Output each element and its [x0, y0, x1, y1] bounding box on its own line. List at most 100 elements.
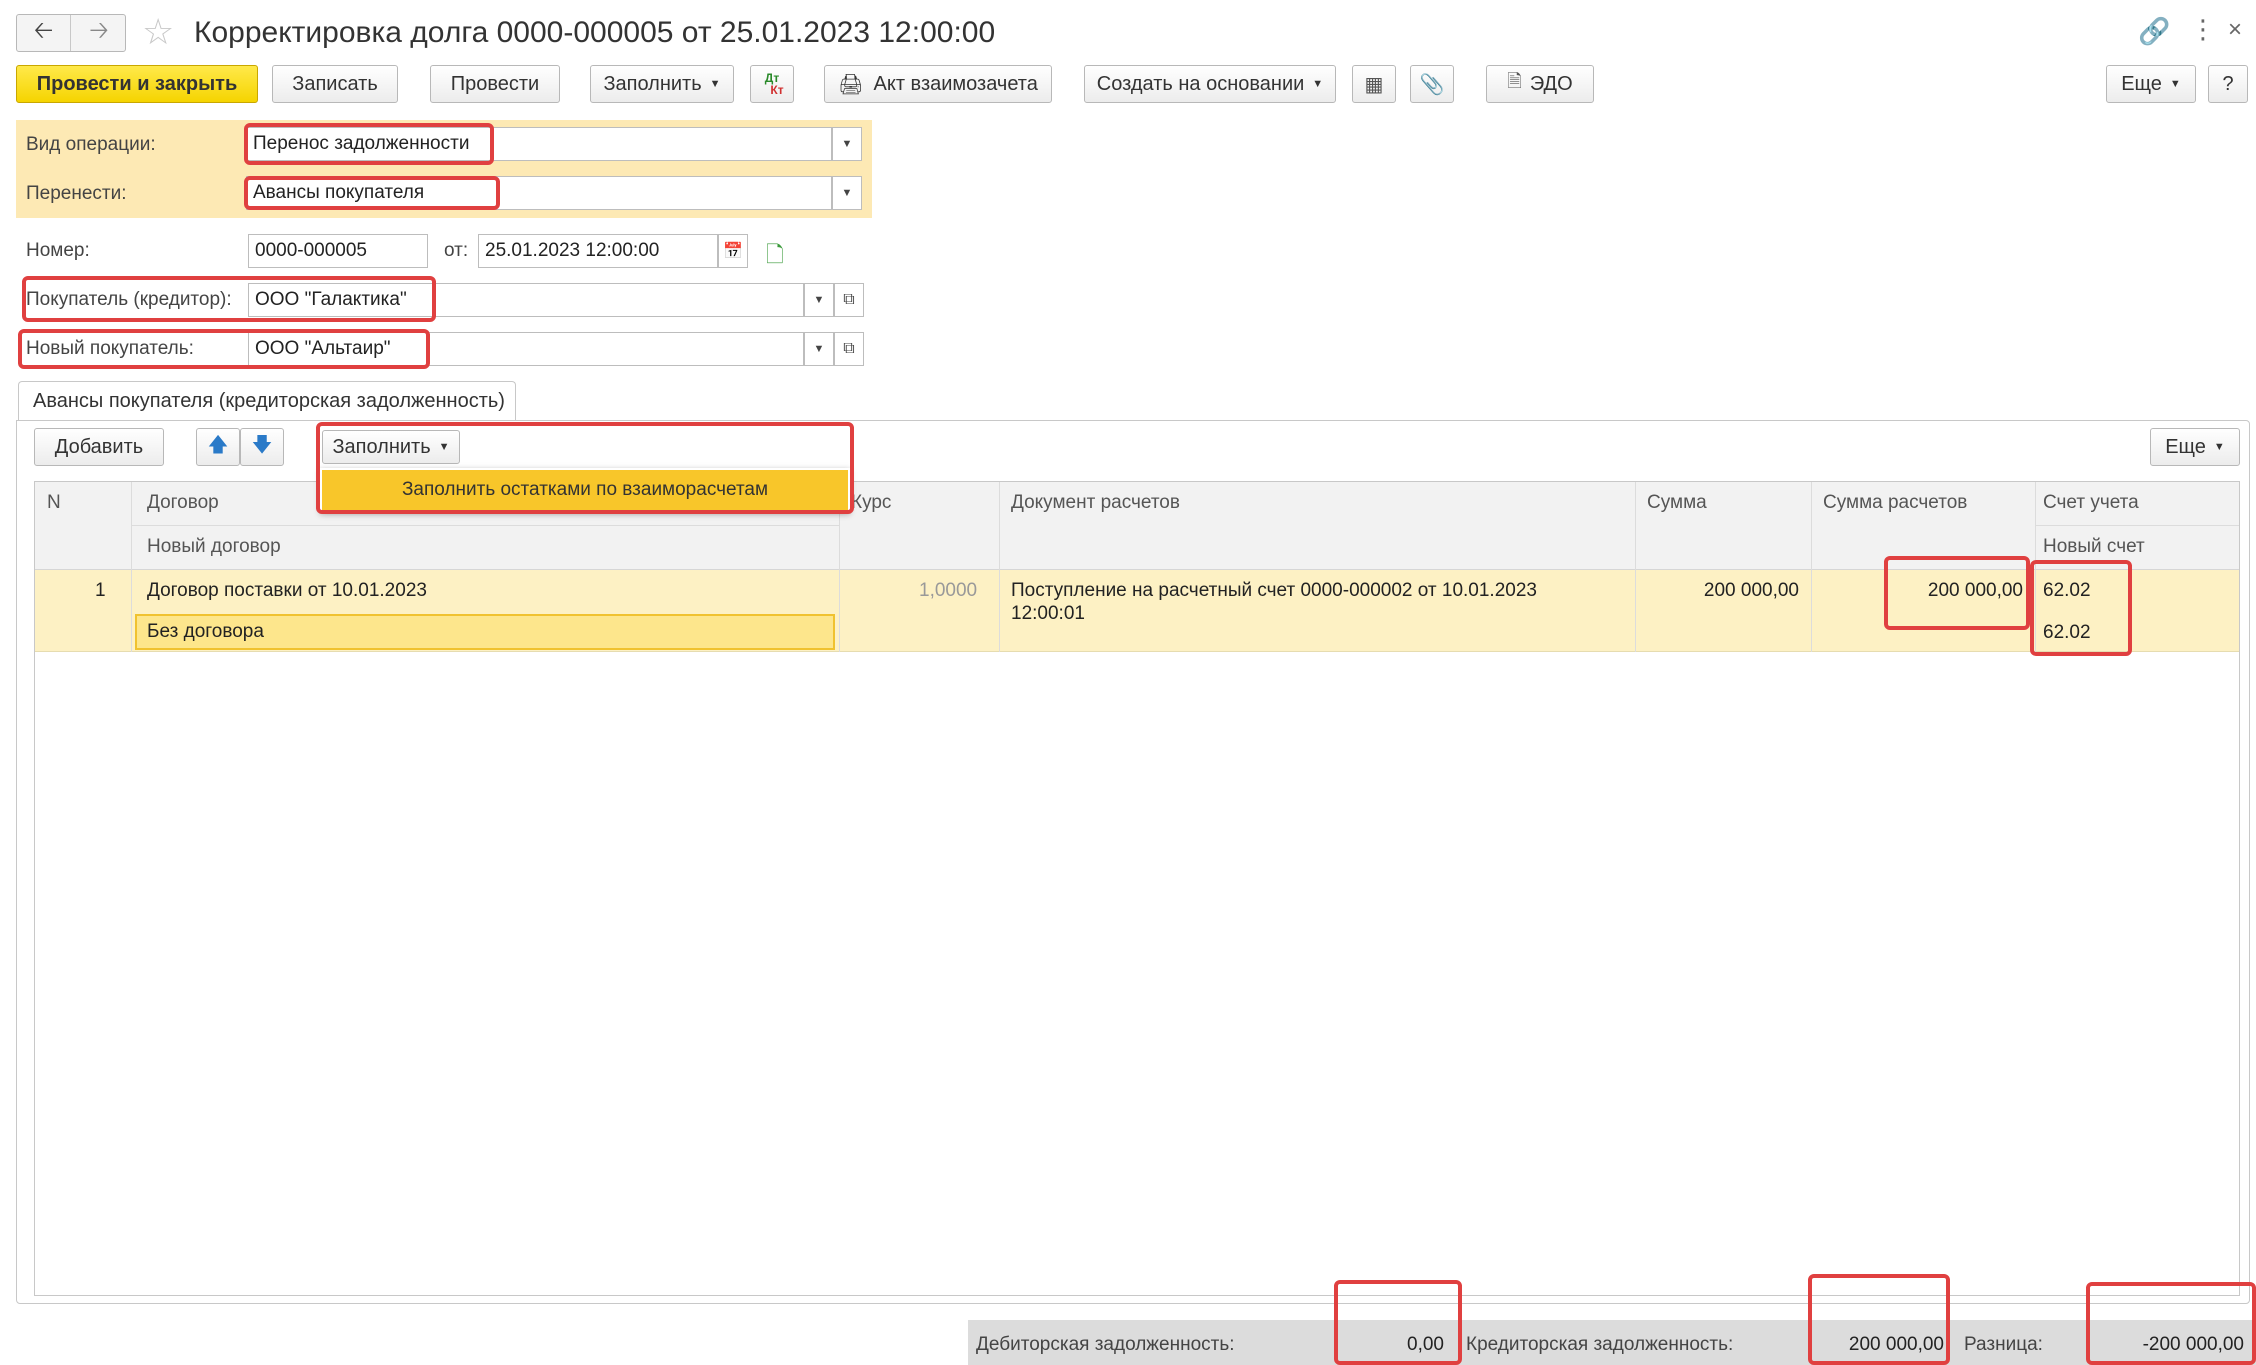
- close-icon[interactable]: ×: [2228, 16, 2242, 44]
- move-up-button[interactable]: 🡅: [196, 428, 240, 466]
- fill-from-balances-label: Заполнить остатками по взаиморасчетам: [401, 479, 769, 500]
- window-header: 🡠 🡢 ☆ Корректировка долга 0000-000005 от…: [0, 0, 2256, 66]
- arrow-up-icon: 🡅: [207, 434, 229, 456]
- cell-new-contract[interactable]: Без договора: [135, 614, 835, 650]
- new-buyer-label: Новый покупатель:: [26, 338, 194, 359]
- save-button[interactable]: Записать: [272, 65, 398, 103]
- back-icon[interactable]: 🡠: [17, 15, 71, 51]
- cell-new-contract-value: Без договора: [147, 621, 264, 642]
- number-input[interactable]: 0000-000005: [248, 234, 428, 268]
- buyer-open-icon[interactable]: ⧉: [834, 283, 864, 317]
- new-buyer-select[interactable]: ООО "Альтаир": [248, 332, 804, 366]
- header-contract: Договор: [147, 492, 219, 513]
- buyer-value: ООО "Галактика": [255, 289, 407, 310]
- star-icon[interactable]: ☆: [142, 12, 174, 52]
- header-n: N: [47, 492, 61, 513]
- transfer-value: Авансы покупателя: [253, 182, 425, 203]
- diff-value: -200 000,00: [2142, 1334, 2244, 1355]
- post-label: Провести: [450, 72, 540, 95]
- cell-contract[interactable]: Договор поставки от 10.01.2023: [147, 580, 427, 602]
- operation-select[interactable]: Перенос задолженности: [246, 127, 832, 161]
- new-buyer-dropdown-icon[interactable]: ▼: [804, 332, 834, 366]
- help-button[interactable]: ?: [2208, 65, 2248, 103]
- move-down-button[interactable]: 🡇: [240, 428, 284, 466]
- fill-label: Заполнить: [603, 72, 702, 95]
- date-label: от:: [444, 240, 469, 261]
- act-label: Акт взаимозачета: [873, 72, 1038, 95]
- link-icon[interactable]: 🔗: [2138, 16, 2170, 47]
- buyer-label: Покупатель (кредитор):: [26, 289, 232, 310]
- chevron-down-icon: ▼: [709, 78, 721, 90]
- header-new-account: Новый счет: [2043, 536, 2145, 557]
- credit-value: 200 000,00: [1848, 1334, 1944, 1355]
- cell-settle-sum[interactable]: 200 000,00: [1823, 580, 2023, 602]
- table-fill-label: Заполнить: [332, 435, 431, 458]
- kt-label: Кт: [770, 83, 784, 97]
- transfer-select[interactable]: Авансы покупателя: [246, 176, 832, 210]
- table-fill-dropdown-button[interactable]: Заполнить ▼: [322, 430, 460, 464]
- header-rate: Курс: [851, 492, 892, 513]
- structure-button[interactable]: ▦: [1352, 65, 1396, 103]
- cell-rate: 1,0000: [919, 580, 978, 601]
- diff-label: Разница:: [1964, 1334, 2043, 1355]
- col-divider: [1811, 482, 1812, 652]
- number-label: Номер:: [26, 240, 90, 261]
- edo-button[interactable]: 🗎 ЭДО: [1486, 65, 1594, 103]
- col-divider: [2035, 482, 2036, 652]
- chevron-down-icon: ▼: [2213, 441, 2225, 453]
- tab-advances[interactable]: Авансы покупателя (кредиторская задолжен…: [18, 381, 516, 421]
- post-button[interactable]: Провести: [430, 65, 560, 103]
- new-buyer-open-icon[interactable]: ⧉: [834, 332, 864, 366]
- cell-doc-line1[interactable]: Поступление на расчетный счет 0000-00000…: [1011, 580, 1537, 602]
- date-input[interactable]: 25.01.2023 12:00:00: [478, 234, 718, 268]
- add-row-button[interactable]: Добавить: [34, 428, 164, 466]
- post-and-close-button[interactable]: Провести и закрыть: [16, 65, 258, 103]
- operation-dropdown-icon[interactable]: ▼: [832, 127, 862, 161]
- chevron-down-icon: ▼: [1312, 78, 1324, 90]
- kebab-menu-icon[interactable]: ⋮: [2190, 14, 2216, 45]
- header-subdivider: [131, 525, 839, 526]
- forward-icon[interactable]: 🡢: [72, 15, 126, 51]
- col-divider: [1635, 482, 1636, 652]
- table: N Договор Новый договор Курс Документ ра…: [34, 481, 2240, 1296]
- cell-doc-line2: 12:00:01: [1011, 603, 1085, 624]
- arrow-down-icon: 🡇: [251, 434, 273, 456]
- cell-new-account[interactable]: 62.02: [2043, 622, 2091, 644]
- structure-icon: ▦: [1364, 73, 1384, 96]
- page-title: Корректировка долга 0000-000005 от 25.01…: [194, 16, 996, 49]
- date-value: 25.01.2023 12:00:00: [485, 240, 660, 261]
- header-subdivider: [2035, 525, 2239, 526]
- tab-advances-label: Авансы покупателя (кредиторская задолжен…: [33, 390, 505, 412]
- debit-value: 0,00: [1407, 1334, 1444, 1355]
- calendar-icon[interactable]: 📅: [718, 234, 748, 268]
- header-sum: Сумма: [1647, 492, 1707, 513]
- cell-account[interactable]: 62.02: [2043, 580, 2091, 602]
- debit-label: Дебиторская задолженность:: [976, 1334, 1235, 1355]
- transfer-dropdown-icon[interactable]: ▼: [832, 176, 862, 210]
- header-new-contract: Новый договор: [147, 536, 281, 557]
- header-settle-sum: Сумма расчетов: [1823, 492, 1968, 513]
- fill-dropdown-button[interactable]: Заполнить ▼: [590, 65, 734, 103]
- dtkt-icon: Дт Кт: [760, 72, 784, 97]
- edo-icon: 🗎: [1507, 71, 1522, 91]
- chevron-down-icon: ▼: [2169, 78, 2181, 90]
- header-doc: Документ расчетов: [1011, 492, 1180, 513]
- create-based-button[interactable]: Создать на основании ▼: [1084, 65, 1336, 103]
- header-account: Счет учета: [2043, 492, 2139, 513]
- buyer-dropdown-icon[interactable]: ▼: [804, 283, 834, 317]
- fill-from-balances-menu-item[interactable]: Заполнить остатками по взаиморасчетам: [322, 470, 848, 510]
- add-row-label: Добавить: [54, 435, 144, 458]
- act-button[interactable]: 🖨 Акт взаимозачета: [824, 65, 1052, 103]
- dtkt-button[interactable]: Дт Кт: [750, 65, 794, 103]
- table-more-label: Еще: [2165, 435, 2206, 458]
- more-button[interactable]: Еще ▼: [2106, 65, 2196, 103]
- col-divider: [131, 482, 132, 652]
- post-status-icon: 🗋: [766, 242, 784, 267]
- cell-sum[interactable]: 200 000,00: [1647, 580, 1799, 602]
- operation-value: Перенос задолженности: [253, 133, 470, 154]
- post-and-close-label: Провести и закрыть: [36, 72, 238, 95]
- table-more-button[interactable]: Еще ▼: [2150, 428, 2240, 466]
- attach-button[interactable]: 📎: [1410, 65, 1454, 103]
- edo-label: ЭДО: [1529, 72, 1573, 95]
- buyer-select[interactable]: ООО "Галактика": [248, 283, 804, 317]
